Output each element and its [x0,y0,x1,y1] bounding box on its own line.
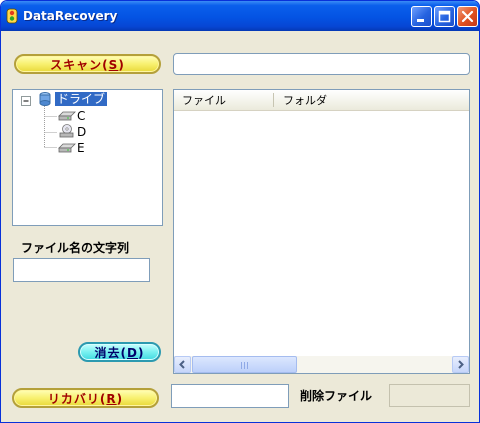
scan-button-label: スキャン( [50,58,109,72]
minimize-icon [417,19,424,22]
maximize-button[interactable] [434,6,455,27]
cd-drive-icon [59,124,74,138]
filename-filter-input[interactable] [13,258,150,282]
recover-button-close: ) [116,392,124,406]
window-title: DataRecovery [23,9,118,23]
clear-button-close: ) [137,346,145,360]
tree-item-label: C [77,109,86,123]
deleted-files-count [389,384,470,407]
recover-target-input[interactable] [171,384,289,408]
chevron-left-icon [179,360,185,369]
tree-item-label: E [77,141,85,155]
recover-button[interactable]: リカバリ(R) [12,388,159,408]
close-icon [461,10,474,23]
maximize-icon [438,10,451,23]
title-bar[interactable]: DataRecovery [1,1,479,31]
drive-icon [58,111,76,121]
app-window: DataRecovery スキャン(S) ドライブ C D E ファイル名の文字… [0,0,480,423]
scroll-right-button[interactable] [452,356,469,373]
scroll-thumb[interactable] [192,356,297,373]
tree-root-label: ドライブ [55,92,108,106]
chevron-right-icon [458,360,464,369]
deleted-files-label: 削除ファイル [300,389,373,403]
file-list[interactable]: ファイル フォルダ [173,89,470,374]
drive-tree[interactable]: ドライブ C D E [12,89,163,226]
close-button[interactable] [457,6,478,27]
recover-button-label: リカバリ( [47,392,107,406]
recover-button-accel: R [106,392,117,406]
app-icon [5,8,19,24]
collapse-icon [21,96,31,106]
column-header-folder[interactable]: フォルダ [283,90,327,110]
filename-filter-label: ファイル名の文字列 [21,241,130,255]
column-header-file[interactable]: ファイル [182,90,226,110]
minimize-button[interactable] [411,6,432,27]
drives-icon [39,92,51,106]
clear-button[interactable]: 消去(D) [78,342,161,362]
file-list-header: ファイル フォルダ [174,90,469,111]
tree-item-label: D [77,125,87,139]
scan-path-input[interactable] [173,53,470,75]
scan-button[interactable]: スキャン(S) [14,54,161,74]
scan-button-accel: S [108,58,119,72]
drive-icon [58,143,76,153]
horizontal-scrollbar[interactable] [174,356,469,373]
scan-button-close: ) [118,58,125,72]
tree-expander[interactable] [21,94,33,108]
tree-lines [44,106,57,148]
scroll-left-button[interactable] [174,356,191,373]
clear-button-accel: D [127,346,138,360]
column-divider[interactable] [273,93,274,107]
clear-button-label: 消去( [94,346,128,360]
